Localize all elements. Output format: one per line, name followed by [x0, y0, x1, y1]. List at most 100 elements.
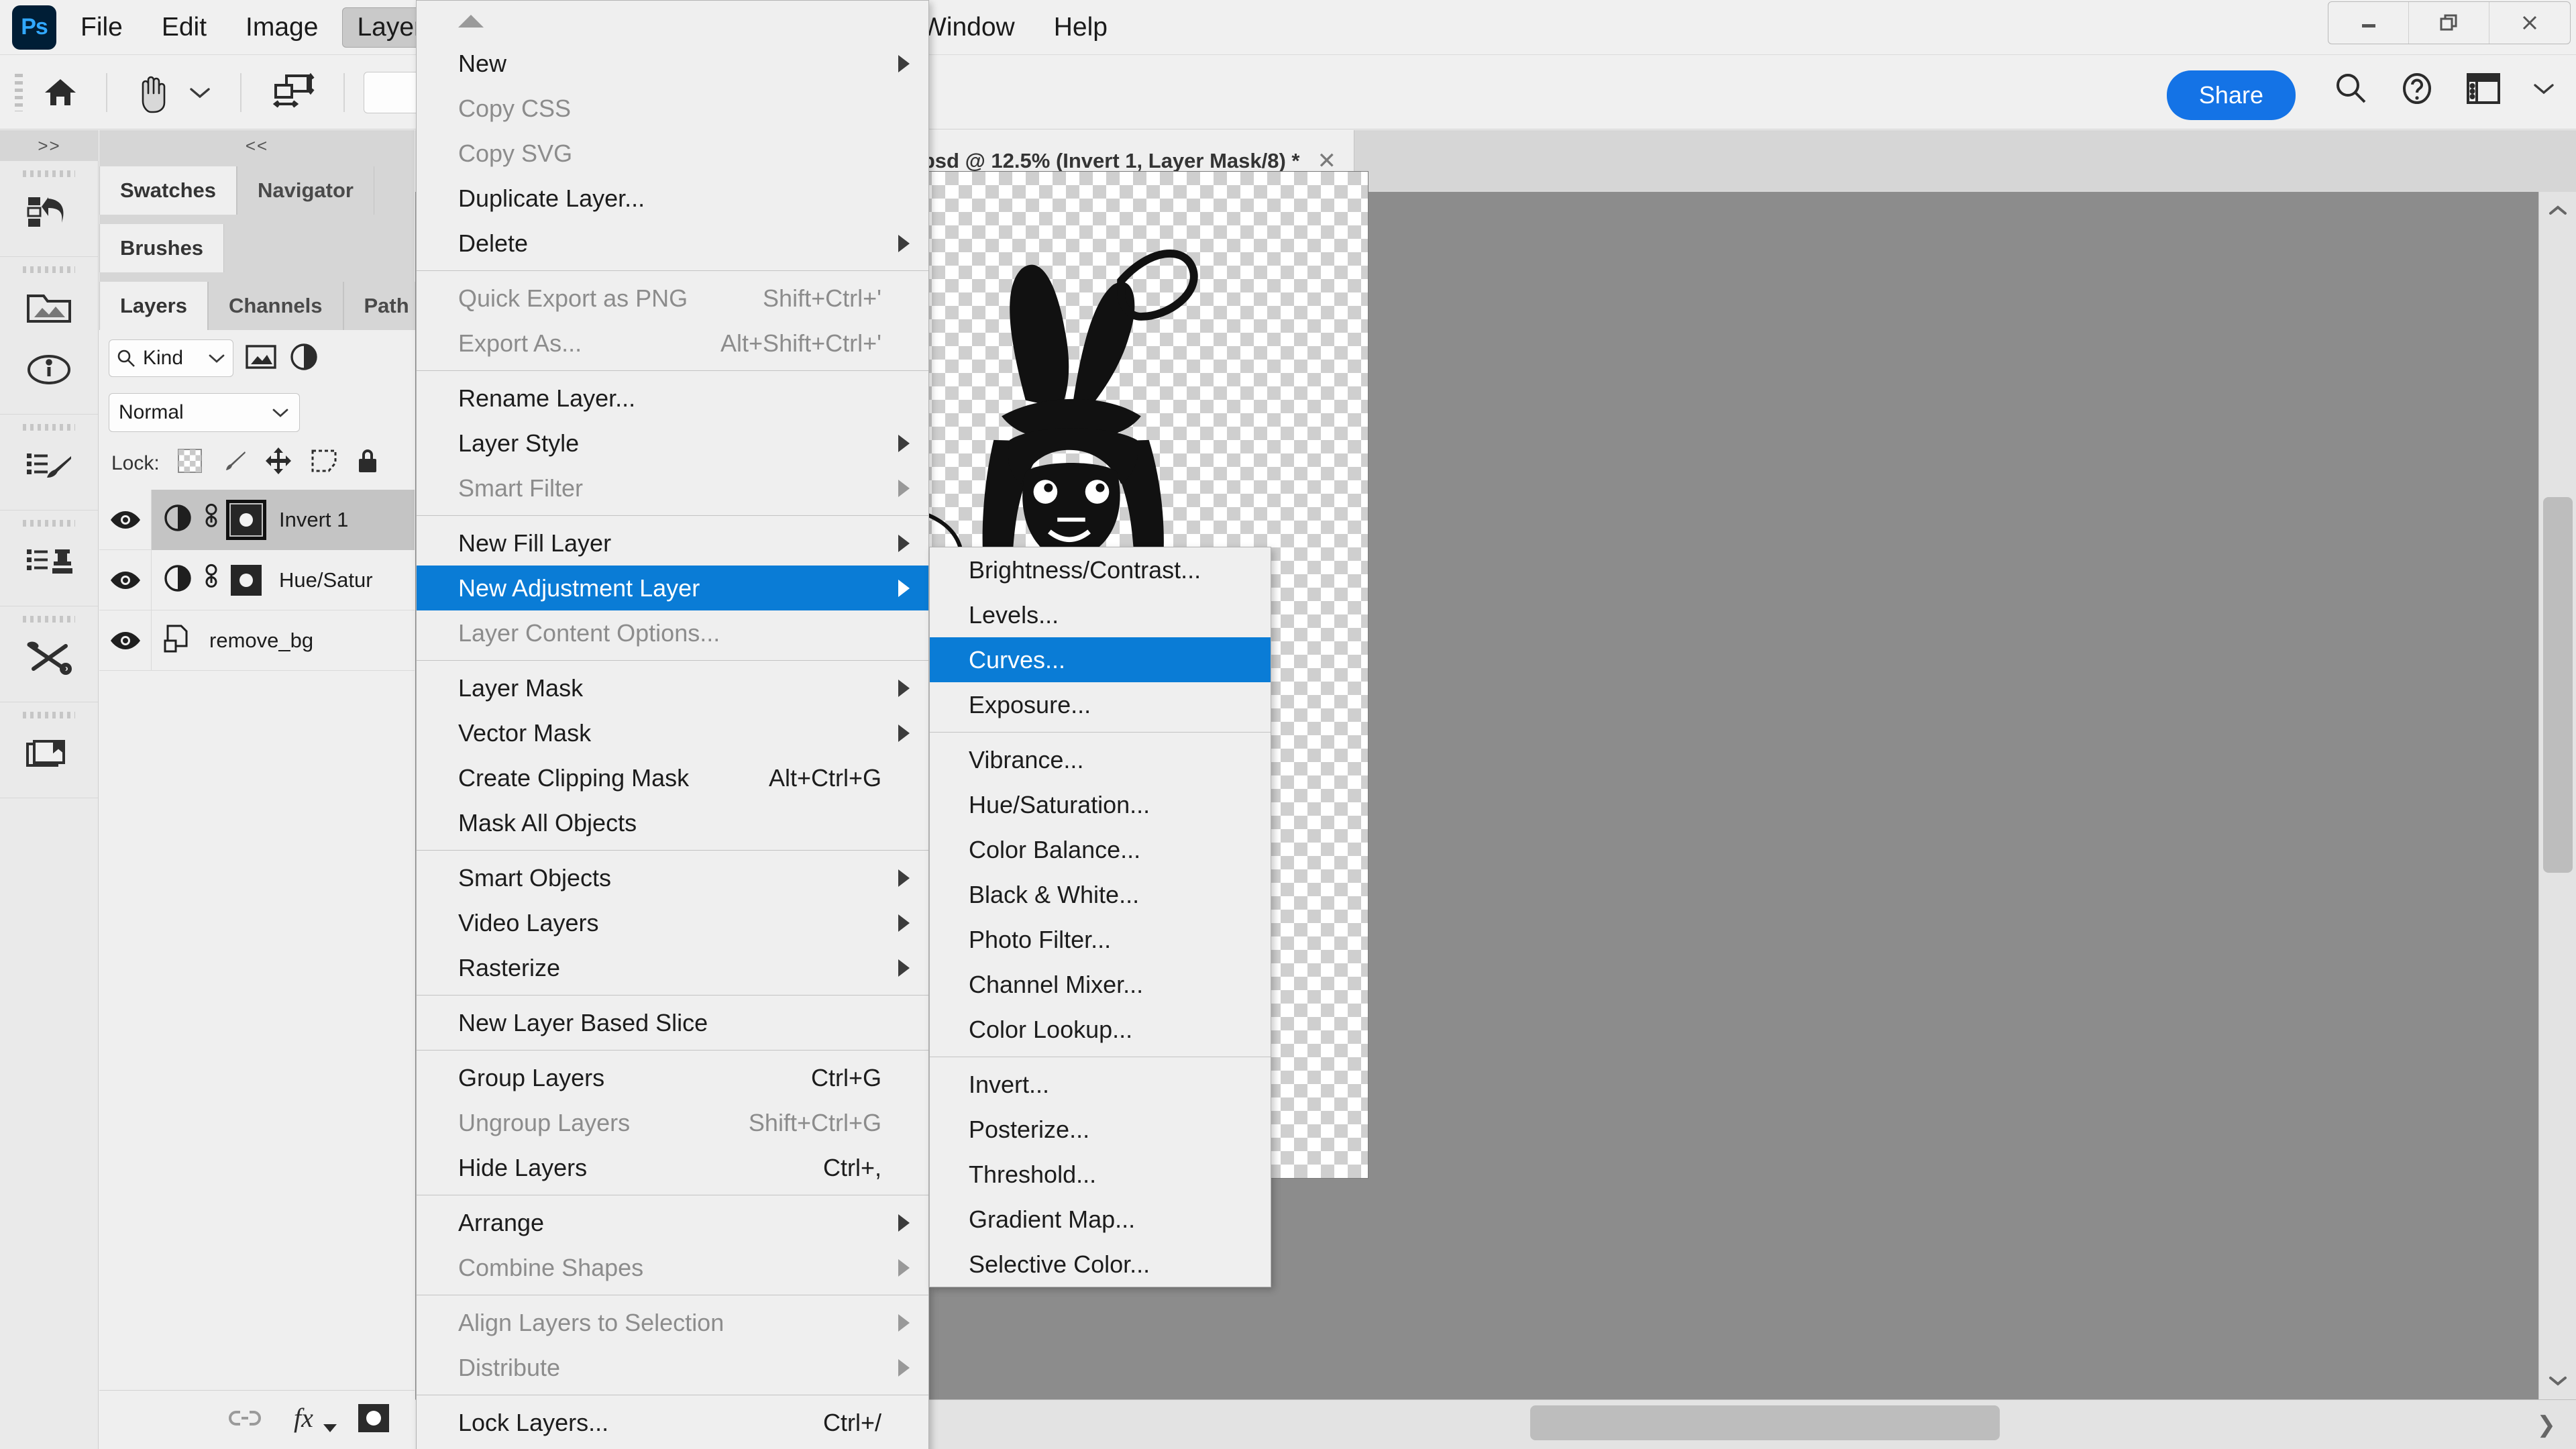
submenu-item-selective-color[interactable]: Selective Color... [930, 1242, 1271, 1287]
menu-item-rasterize[interactable]: Rasterize [417, 945, 928, 990]
submenu-item-hue-saturation[interactable]: Hue/Saturation... [930, 782, 1271, 827]
layer-visibility-eye-icon[interactable] [99, 550, 152, 610]
clone-source-icon[interactable] [0, 531, 98, 592]
layer-row-content[interactable]: Hue/Satur [152, 550, 415, 610]
submenu-item-black-white[interactable]: Black & White... [930, 872, 1271, 917]
menubar-item-image[interactable]: Image [231, 7, 333, 48]
adjustment-layer-thumbnail[interactable] [164, 564, 192, 596]
menubar-item-help[interactable]: Help [1039, 7, 1122, 48]
rail-grip-2[interactable] [23, 266, 75, 273]
rail-grip-3[interactable] [23, 424, 75, 431]
panel-tab-layers[interactable]: Layers [99, 282, 208, 330]
pixel-layer-filter-icon[interactable] [244, 343, 278, 374]
layer-visibility-eye-icon[interactable] [99, 610, 152, 671]
menu-item-rename-layer[interactable]: Rename Layer... [417, 376, 928, 421]
menu-item-new[interactable]: New [417, 41, 928, 86]
vertical-scrollbar-thumb[interactable] [2543, 497, 2573, 873]
submenu-item-photo-filter[interactable]: Photo Filter... [930, 917, 1271, 962]
submenu-item-threshold[interactable]: Threshold... [930, 1152, 1271, 1197]
lock-transparent-pixels-icon[interactable] [177, 448, 203, 479]
rail-grip-6[interactable] [23, 712, 75, 718]
adjustment-layer-filter-icon[interactable] [288, 341, 319, 376]
link-icon[interactable] [201, 502, 221, 537]
rail-grip-4[interactable] [23, 520, 75, 527]
close-button[interactable] [2489, 2, 2570, 44]
scroll-up-icon[interactable] [2539, 192, 2576, 229]
menubar-item-edit[interactable]: Edit [147, 7, 221, 48]
lock-all-icon[interactable] [356, 447, 380, 480]
menu-item-vector-mask[interactable]: Vector Mask [417, 710, 928, 755]
menu-item-duplicate-layer[interactable]: Duplicate Layer... [417, 176, 928, 221]
submenu-item-levels[interactable]: Levels... [930, 592, 1271, 637]
submenu-item-posterize[interactable]: Posterize... [930, 1107, 1271, 1152]
files-icon[interactable] [0, 277, 98, 339]
scroll-right-icon[interactable]: ❯ [2517, 1411, 2576, 1438]
menu-item-new-adjustment-layer[interactable]: New Adjustment Layer [417, 566, 928, 610]
layer-row[interactable]: Hue/Satur [99, 550, 415, 610]
menu-item-delete[interactable]: Delete [417, 221, 928, 266]
brush-presets-icon[interactable] [0, 435, 98, 496]
panel-tab-navigator[interactable]: Navigator [237, 166, 374, 215]
menu-item-video-layers[interactable]: Video Layers [417, 900, 928, 945]
submenu-item-invert[interactable]: Invert... [930, 1062, 1271, 1107]
options-bar-grip[interactable] [15, 74, 23, 111]
menu-item-lock-layers[interactable]: Lock Layers...Ctrl+/ [417, 1400, 928, 1445]
layer-mask-thumbnail[interactable] [231, 504, 262, 535]
history-icon[interactable] [0, 181, 98, 243]
adjustment-layer-thumbnail[interactable] [164, 504, 192, 535]
layer-row[interactable]: remove_bg [99, 610, 415, 671]
panel-tab-swatches[interactable]: Swatches [99, 166, 237, 215]
panel-tab-channels[interactable]: Channels [208, 282, 343, 330]
menu-item-arrange[interactable]: Arrange [417, 1200, 928, 1245]
menu-item-layer-mask[interactable]: Layer Mask [417, 665, 928, 710]
layer-mask-thumbnail[interactable] [231, 565, 262, 596]
layer-row-content[interactable]: remove_bg [152, 610, 415, 671]
workspace-chevron-down-icon[interactable] [2532, 81, 2556, 99]
submenu-item-color-lookup[interactable]: Color Lookup... [930, 1007, 1271, 1052]
fit-screen-icon[interactable] [260, 72, 325, 113]
menu-item-mask-all-objects[interactable]: Mask All Objects [417, 800, 928, 845]
submenu-item-color-balance[interactable]: Color Balance... [930, 827, 1271, 872]
canvas-vertical-scrollbar[interactable] [2538, 192, 2576, 1399]
minimize-button[interactable] [2328, 2, 2409, 44]
panel-tab-brushes[interactable]: Brushes [99, 224, 224, 272]
layer-style-fx-icon[interactable]: fx [292, 1403, 329, 1437]
lock-position-icon[interactable] [264, 447, 292, 480]
link-icon[interactable] [201, 563, 221, 597]
home-icon[interactable] [34, 74, 87, 111]
layer-filter-kind-select[interactable]: Kind [109, 339, 233, 377]
menubar-item-file[interactable]: File [66, 7, 138, 48]
rail-expand-button[interactable]: >> [0, 130, 99, 161]
panel-collapse-button[interactable]: << [99, 130, 415, 161]
hand-tool-icon[interactable] [126, 72, 178, 113]
submenu-item-brightness-contrast[interactable]: Brightness/Contrast... [930, 547, 1271, 592]
close-icon[interactable]: ✕ [1318, 148, 1337, 174]
add-layer-mask-icon[interactable] [358, 1404, 389, 1436]
rail-grip[interactable] [23, 170, 75, 177]
menu-item-new-fill-layer[interactable]: New Fill Layer [417, 521, 928, 566]
menu-item-new-layer-based-slice[interactable]: New Layer Based Slice [417, 1000, 928, 1045]
restore-button[interactable] [2409, 2, 2489, 44]
link-layers-icon[interactable] [227, 1407, 263, 1433]
submenu-item-exposure[interactable]: Exposure... [930, 682, 1271, 727]
search-icon[interactable] [2333, 70, 2369, 110]
scroll-down-icon[interactable] [2539, 1362, 2576, 1399]
submenu-item-channel-mixer[interactable]: Channel Mixer... [930, 962, 1271, 1007]
horizontal-scrollbar-thumb[interactable] [1530, 1405, 2000, 1440]
workspace-icon[interactable] [2465, 71, 2502, 109]
blend-mode-select[interactable]: Normal [109, 393, 300, 432]
help-icon[interactable] [2399, 70, 2435, 110]
share-button[interactable]: Share [2167, 70, 2296, 120]
canvas-horizontal-scrollbar[interactable] [833, 1400, 2517, 1449]
tool-preset-chevron-down-icon[interactable] [178, 85, 221, 100]
tools-icon[interactable] [0, 627, 98, 688]
menu-item-layer-style[interactable]: Layer Style [417, 421, 928, 466]
lock-artboard-nesting-icon[interactable] [310, 448, 338, 479]
info-icon[interactable] [0, 339, 98, 400]
menu-item-smart-objects[interactable]: Smart Objects [417, 855, 928, 900]
menu-item-hide-layers[interactable]: Hide LayersCtrl+, [417, 1145, 928, 1190]
rail-grip-5[interactable] [23, 616, 75, 623]
menu-item-create-clipping-mask[interactable]: Create Clipping MaskAlt+Ctrl+G [417, 755, 928, 800]
submenu-item-gradient-map[interactable]: Gradient Map... [930, 1197, 1271, 1242]
libraries-icon[interactable] [0, 722, 98, 784]
